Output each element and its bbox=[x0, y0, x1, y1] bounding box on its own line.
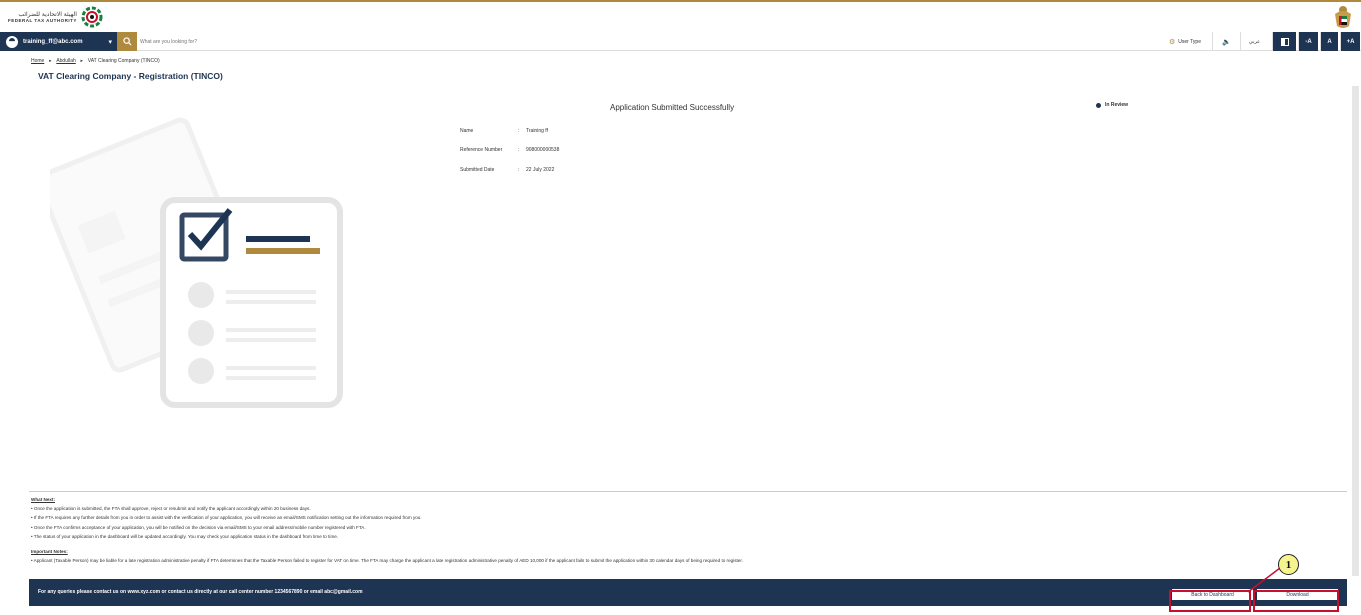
status-dot-icon bbox=[1096, 102, 1101, 108]
application-illustration bbox=[50, 117, 343, 408]
important-notes-heading: Important Notes: bbox=[31, 549, 68, 555]
reference-label: Reference Number bbox=[460, 147, 503, 153]
what-next-heading: What Next: bbox=[31, 497, 55, 502]
breadcrumb-home[interactable]: Home bbox=[31, 58, 44, 64]
submitted-date-label: Submitted Date bbox=[460, 167, 495, 173]
uae-emblem-icon bbox=[1335, 6, 1351, 28]
page-scrollbar[interactable] bbox=[1352, 86, 1359, 576]
search-button[interactable] bbox=[117, 32, 137, 51]
reference-value: 908000000538 bbox=[526, 147, 560, 153]
search-icon bbox=[122, 37, 132, 46]
breadcrumb: Home ► Abdullah ► VAT Clearing Company (TINC… bbox=[31, 58, 160, 64]
contrast-icon bbox=[1280, 37, 1289, 46]
what-next-item: • Once the application is submitted, the… bbox=[31, 506, 311, 512]
breadcrumb-separator-icon: ► bbox=[48, 58, 53, 63]
reference-row: Reference Number : 908000000538 bbox=[460, 147, 560, 153]
user-type-button[interactable]: ⚙ User Type bbox=[1160, 32, 1210, 51]
what-next-item: • Once the FTA confirms acceptance of yo… bbox=[31, 524, 366, 530]
callout-highlight-box bbox=[1169, 590, 1251, 612]
text-to-speech-button[interactable]: 🔈 bbox=[1212, 32, 1240, 51]
logo-arabic-text: الهيئة الاتحادية للضرائب bbox=[18, 11, 77, 18]
chevron-down-icon: ▾ bbox=[108, 38, 112, 46]
font-normal-button[interactable]: A bbox=[1320, 32, 1338, 51]
user-email: training_ff@abc.com bbox=[23, 38, 83, 45]
submitted-date-value: 22 July 2022 bbox=[526, 167, 555, 173]
what-next-item: • The status of your application in the … bbox=[31, 533, 339, 539]
important-note-item: • Applicant (Taxable Person) may be liab… bbox=[31, 558, 743, 564]
fta-logo-icon bbox=[81, 6, 103, 28]
font-decrease-button[interactable]: -A bbox=[1298, 32, 1318, 51]
navbar: training_ff@abc.com ▾ ⚙ User Type 🔈 عربي… bbox=[0, 32, 1361, 51]
status-label: In Review bbox=[1105, 102, 1129, 108]
name-value: Training ff bbox=[526, 128, 548, 134]
user-account-dropdown[interactable]: training_ff@abc.com ▾ bbox=[0, 32, 117, 51]
name-row: Name : Training ff bbox=[460, 128, 548, 134]
search-input[interactable] bbox=[140, 35, 740, 48]
logo-english-text: FEDERAL TAX AUTHORITY bbox=[8, 18, 77, 23]
contrast-toggle[interactable] bbox=[1272, 32, 1296, 51]
name-label: Name bbox=[460, 128, 474, 134]
language-toggle[interactable]: عربي bbox=[1240, 32, 1268, 51]
submitted-date-row: Submitted Date : 22 July 2022 bbox=[460, 167, 555, 173]
callout-number-badge: 1 bbox=[1278, 554, 1299, 575]
breadcrumb-user[interactable]: Abdullah bbox=[56, 58, 75, 64]
notes-divider bbox=[29, 491, 1347, 492]
user-type-label: User Type bbox=[1178, 38, 1201, 45]
breadcrumb-current: VAT Clearing Company (TINCO) bbox=[87, 58, 160, 64]
footer-contact-text: For any queries please contact us on www… bbox=[38, 589, 363, 595]
footer-bar: For any queries please contact us on www… bbox=[29, 579, 1347, 606]
speaker-icon: 🔈 bbox=[1222, 38, 1231, 46]
what-next-item: • If the FTA requires any further detail… bbox=[31, 515, 422, 521]
breadcrumb-separator-icon: ► bbox=[79, 58, 84, 63]
notes-section: What Next: • Once the application is sub… bbox=[31, 495, 1341, 565]
success-message: Application Submitted Successfully bbox=[610, 103, 735, 112]
page-title: VAT Clearing Company - Registration (TIN… bbox=[38, 71, 223, 81]
fta-logo[interactable]: الهيئة الاتحادية للضرائب FEDERAL TAX AUT… bbox=[8, 5, 103, 29]
font-increase-button[interactable]: +A bbox=[1340, 32, 1360, 51]
status-badge: In Review bbox=[1096, 102, 1128, 108]
user-avatar-icon bbox=[6, 35, 18, 48]
language-label: عربي bbox=[1248, 38, 1261, 45]
header: الهيئة الاتحادية للضرائب FEDERAL TAX AUT… bbox=[0, 2, 1361, 32]
gear-icon: ⚙ bbox=[1169, 38, 1176, 46]
